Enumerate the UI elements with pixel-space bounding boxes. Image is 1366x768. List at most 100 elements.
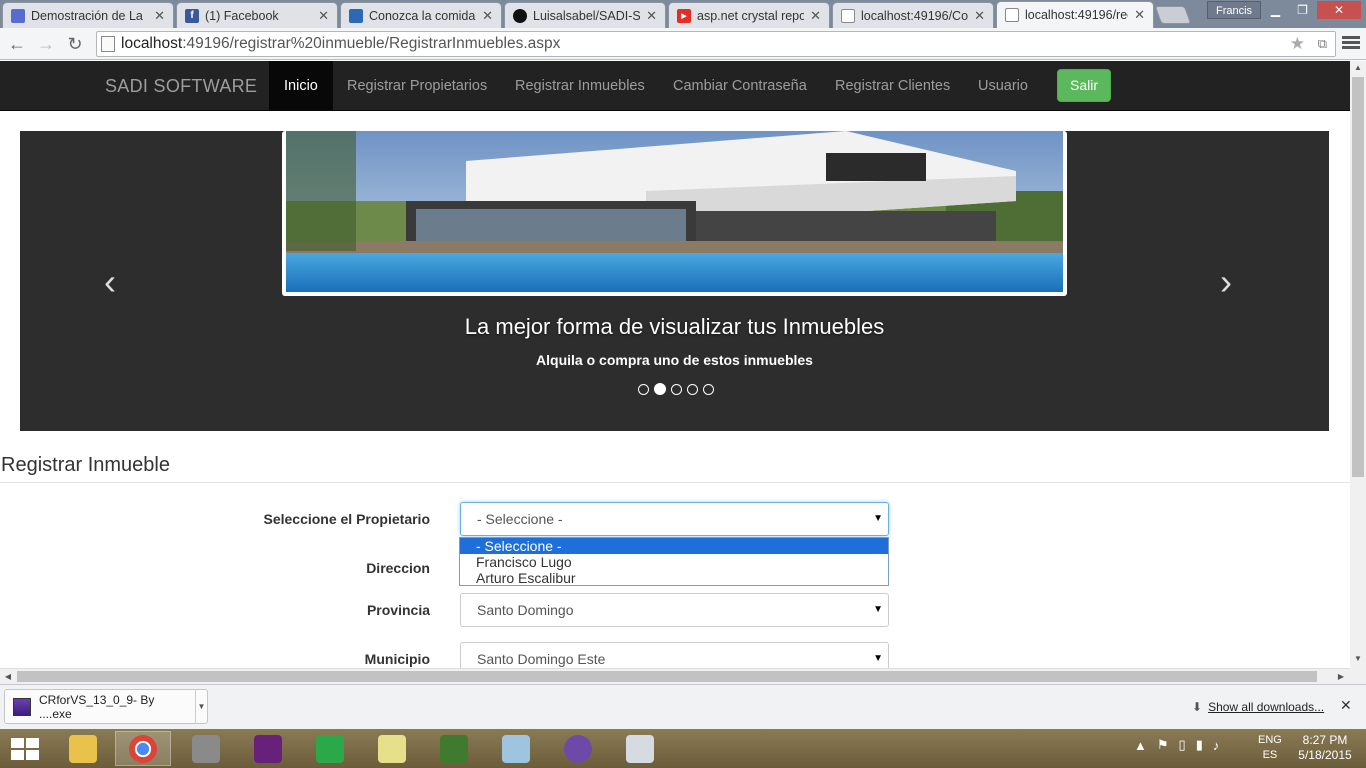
page-icon <box>349 8 363 23</box>
new-tab-button[interactable] <box>1154 6 1192 24</box>
carousel-indicator-active[interactable] <box>654 383 666 395</box>
scrollbar-thumb[interactable] <box>17 671 1317 682</box>
input-language-indicator[interactable]: ENG ES <box>1258 733 1282 763</box>
nav-cambiar-contrasena[interactable]: Cambiar Contraseña <box>658 61 822 111</box>
close-icon[interactable]: ✕ <box>974 8 985 24</box>
volume-icon[interactable]: ♪ <box>1213 738 1220 753</box>
browser-tab[interactable]: f (1) Facebook ✕ <box>176 2 338 28</box>
sticky-notes-icon[interactable] <box>364 731 420 766</box>
forward-icon[interactable]: → <box>35 33 57 55</box>
action-center-flag-icon[interactable]: ⚑ <box>1157 737 1169 753</box>
browser-tabstrip: Demostración de La ✕ f (1) Facebook ✕ Co… <box>0 0 1366 28</box>
browser-tab-active[interactable]: localhost:49196/regi ✕ <box>996 1 1154 28</box>
carousel-indicator[interactable] <box>638 384 649 395</box>
tab-label: Conozca la comida r <box>369 8 477 23</box>
download-item[interactable]: CRforVS_13_0_9- By ....exe ▼ <box>4 689 208 724</box>
youtube-icon: ▶ <box>677 8 691 23</box>
bookmark-star-icon[interactable]: ★ <box>1290 34 1305 54</box>
close-icon[interactable]: ✕ <box>154 8 165 24</box>
scrollbar-thumb[interactable] <box>1352 77 1364 477</box>
carousel-next-icon[interactable]: › <box>1220 261 1232 303</box>
github-desktop-icon[interactable] <box>550 731 606 766</box>
nav-registrar-inmuebles[interactable]: Registrar Inmuebles <box>500 61 660 111</box>
municipality-select[interactable]: Santo Domingo Este ▼ <box>460 642 889 668</box>
maximize-icon[interactable]: ❐ <box>1289 1 1316 19</box>
owner-select[interactable]: - Seleccione - ▼ <box>460 502 889 536</box>
project-icon[interactable] <box>426 731 482 766</box>
brand-logo[interactable]: SADI SOFTWARE <box>105 76 257 97</box>
address-label: Direccion <box>366 560 430 576</box>
carousel-indicator[interactable] <box>687 384 698 395</box>
tab-label: Demostración de La <box>31 8 143 23</box>
chrome-icon[interactable] <box>115 731 171 766</box>
scroll-left-icon[interactable]: ◀ <box>0 669 16 685</box>
tab-label: Luisalsabel/SADI-Sof <box>533 8 641 23</box>
show-hidden-icons-icon[interactable]: ▲ <box>1134 738 1147 753</box>
carousel-indicator[interactable] <box>703 384 714 395</box>
system-tray: ▲ ⚑ ▯ ▮ ♪ <box>1134 737 1219 753</box>
minimize-icon[interactable]: ▁ <box>1262 1 1289 19</box>
nav-registrar-clientes[interactable]: Registrar Clientes <box>820 61 965 111</box>
visual-studio-icon[interactable] <box>240 731 296 766</box>
form-title: Registrar Inmueble <box>1 454 170 476</box>
menu-icon[interactable] <box>1342 34 1360 54</box>
nav-inicio[interactable]: Inicio <box>269 61 333 111</box>
province-select[interactable]: Santo Domingo ▼ <box>460 593 889 627</box>
province-select-value: Santo Domingo <box>477 602 574 618</box>
signal-icon[interactable]: ▮ <box>1196 737 1203 753</box>
province-label: Provincia <box>366 602 430 618</box>
carousel-prev-icon[interactable]: ‹ <box>104 261 116 303</box>
show-all-downloads-link[interactable]: Show all downloads... <box>1192 700 1324 714</box>
browser-tab[interactable]: localhost:49196/Con ✕ <box>832 2 994 28</box>
carousel-caption-subtitle: Alquila o compra uno de estos inmuebles <box>536 352 813 368</box>
profile-badge[interactable]: Francis <box>1207 1 1262 19</box>
close-icon[interactable]: ✕ <box>482 8 493 24</box>
municipality-label: Municipio <box>364 651 430 667</box>
reload-icon[interactable]: ↻ <box>64 33 86 55</box>
github-icon <box>513 8 527 23</box>
close-icon[interactable]: ✕ <box>810 8 821 24</box>
close-icon[interactable]: ✕ <box>318 8 329 24</box>
site-navbar: SADI SOFTWARE Inicio Registrar Propietar… <box>0 61 1350 111</box>
back-icon[interactable]: ← <box>6 33 28 55</box>
nav-usuario[interactable]: Usuario <box>963 61 1043 111</box>
owner-option[interactable]: Francisco Lugo <box>460 554 888 570</box>
calculator-icon[interactable] <box>612 731 668 766</box>
file-icon <box>13 697 31 716</box>
nav-registrar-propietarios[interactable]: Registrar Propietarios <box>332 61 502 111</box>
owner-label: Seleccione el Propietario <box>263 511 430 527</box>
carousel-indicator[interactable] <box>671 384 682 395</box>
browser-tab[interactable]: ▶ asp.net crystal repor ✕ <box>668 2 830 28</box>
close-icon[interactable]: ✕ <box>1340 697 1352 714</box>
browser-tab[interactable]: Demostración de La ✕ <box>2 2 174 28</box>
window-close-icon[interactable]: ✕ <box>1317 1 1361 19</box>
visual-studio-code-icon[interactable] <box>302 731 358 766</box>
windows-taskbar: ▲ ⚑ ▯ ▮ ♪ ENG ES 8:27 PM 5/18/2015 <box>0 729 1366 768</box>
notepad-icon[interactable] <box>488 731 544 766</box>
scroll-right-icon[interactable]: ▶ <box>1333 669 1349 685</box>
browser-tab[interactable]: Conozca la comida r ✕ <box>340 2 502 28</box>
carousel-indicators <box>638 383 714 395</box>
close-icon[interactable]: ✕ <box>1134 7 1145 23</box>
page-icon <box>1005 8 1019 22</box>
logout-button[interactable]: Salir <box>1057 69 1111 102</box>
horizontal-scrollbar[interactable]: ◀ ▶ <box>0 668 1350 684</box>
battery-icon[interactable]: ▯ <box>1179 737 1186 753</box>
scroll-down-icon[interactable]: ▼ <box>1350 652 1366 666</box>
chevron-down-icon[interactable]: ▼ <box>195 689 207 724</box>
file-explorer-icon[interactable] <box>55 731 111 766</box>
vertical-scrollbar[interactable]: ▲ ▼ <box>1350 61 1366 668</box>
browser-toolbar: ← → ↻ localhost:49196/registrar%20inmueb… <box>0 28 1366 60</box>
system-clock[interactable]: 8:27 PM 5/18/2015 <box>1294 733 1356 763</box>
windows-start-icon[interactable] <box>8 735 40 763</box>
address-bar[interactable]: localhost:49196/registrar%20inmueble/Reg… <box>96 31 1336 57</box>
owner-option[interactable]: Arturo Escalibur <box>460 570 888 586</box>
carousel-image-house <box>282 131 1067 296</box>
scroll-up-icon[interactable]: ▲ <box>1350 61 1366 75</box>
tab-label: localhost:49196/Con <box>861 8 969 23</box>
browser-tab[interactable]: Luisalsabel/SADI-Sof ✕ <box>504 2 666 28</box>
tools-icon[interactable] <box>178 731 234 766</box>
close-icon[interactable]: ✕ <box>646 8 657 24</box>
extension-icon[interactable]: ⧉ <box>1318 36 1327 52</box>
owner-option[interactable]: - Seleccione - <box>460 538 888 554</box>
